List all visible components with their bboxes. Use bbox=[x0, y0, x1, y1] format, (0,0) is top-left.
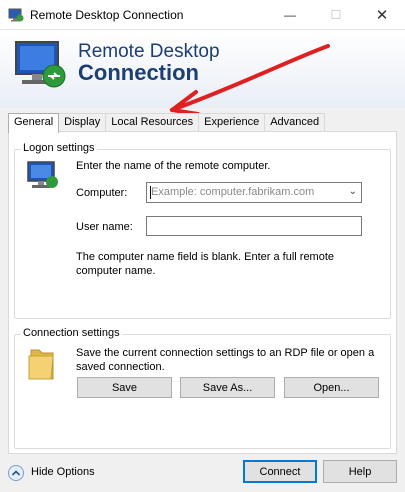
minimize-icon: — bbox=[284, 8, 296, 22]
chevron-down-icon[interactable]: ⌄ bbox=[349, 186, 357, 197]
annotation-arrow-icon bbox=[150, 40, 340, 120]
hide-options-toggle[interactable]: Hide Options bbox=[31, 466, 95, 478]
computer-combobox[interactable]: Example: computer.fabrikam.com ⌄ bbox=[146, 182, 362, 203]
tab-strip: General Display Local Resources Experien… bbox=[8, 113, 326, 133]
username-label: User name: bbox=[76, 221, 133, 233]
connection-description: Save the current connection settings to … bbox=[76, 347, 375, 373]
computer-label: Computer: bbox=[76, 187, 128, 199]
save-button[interactable]: Save bbox=[77, 377, 172, 398]
computer-placeholder: Example: computer.fabrikam.com bbox=[151, 186, 315, 198]
tab-advanced[interactable]: Advanced bbox=[264, 113, 326, 132]
close-icon: ✕ bbox=[375, 7, 389, 24]
general-tab-panel: Logon settings Enter the name of the rem… bbox=[8, 131, 397, 454]
tab-display[interactable]: Display bbox=[58, 113, 107, 132]
maximize-icon: ☐ bbox=[330, 8, 342, 22]
username-field[interactable] bbox=[146, 216, 362, 236]
maximize-button[interactable]: ☐ bbox=[313, 0, 359, 30]
connect-button[interactable]: Connect bbox=[243, 460, 317, 483]
window-title: Remote Desktop Connection bbox=[30, 8, 184, 22]
minimize-button[interactable]: — bbox=[267, 0, 313, 30]
open-button[interactable]: Open... bbox=[284, 377, 379, 398]
logon-instruction: Enter the name of the remote computer. bbox=[76, 160, 271, 172]
chevron-up-icon[interactable] bbox=[8, 465, 24, 481]
remote-desktop-icon bbox=[10, 38, 72, 94]
logon-settings-legend: Logon settings bbox=[21, 142, 97, 154]
title-bar: Remote Desktop Connection — ☐ ✕ bbox=[0, 0, 405, 30]
folder-icon bbox=[27, 344, 57, 382]
tab-local-resources[interactable]: Local Resources bbox=[105, 113, 200, 132]
computer-icon bbox=[26, 160, 60, 192]
tab-experience[interactable]: Experience bbox=[198, 113, 266, 132]
connection-settings-legend: Connection settings bbox=[21, 327, 122, 339]
tab-general[interactable]: General bbox=[8, 113, 60, 133]
computer-name-warning: The computer name field is blank. Enter … bbox=[76, 251, 335, 277]
close-button[interactable]: ✕ bbox=[359, 0, 405, 30]
rdp-app-icon bbox=[8, 7, 24, 23]
help-button[interactable]: Help bbox=[323, 460, 397, 483]
save-as-button[interactable]: Save As... bbox=[180, 377, 275, 398]
